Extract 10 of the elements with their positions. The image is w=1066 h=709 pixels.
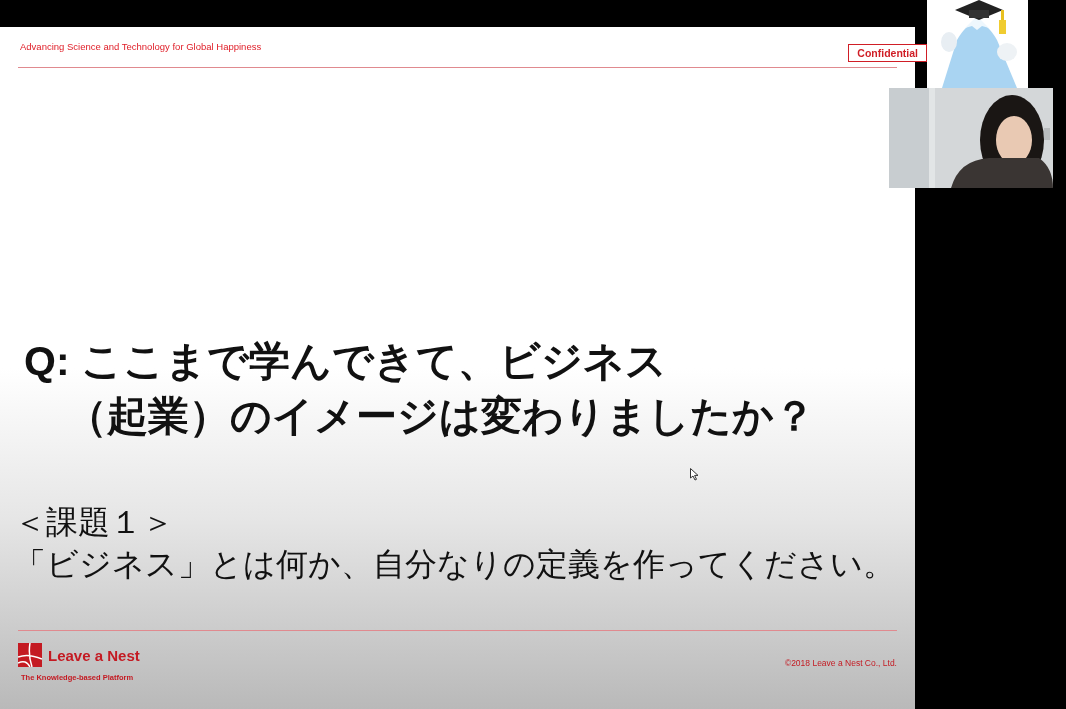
logo-name: Leave a Nest (48, 646, 140, 664)
question-text: Q: ここまで学んできて、ビジネス (23, 337, 668, 386)
slide-header-text: Advancing Science and Technology for Global Happiness (19, 41, 262, 52)
task-text: 「ビジネス」とは何か、自分なりの定義を作ってください。 (14, 545, 896, 584)
logo-icon (18, 643, 42, 667)
confidential-label: Confidential (848, 44, 927, 62)
question-text: （起業）のイメージは変わりましたか？ (65, 392, 816, 441)
cursor-icon (690, 468, 699, 481)
task-title: ＜課題１＞ (14, 503, 175, 542)
copyright-text: ©2018 Leave a Nest Co., Ltd. (784, 658, 897, 668)
